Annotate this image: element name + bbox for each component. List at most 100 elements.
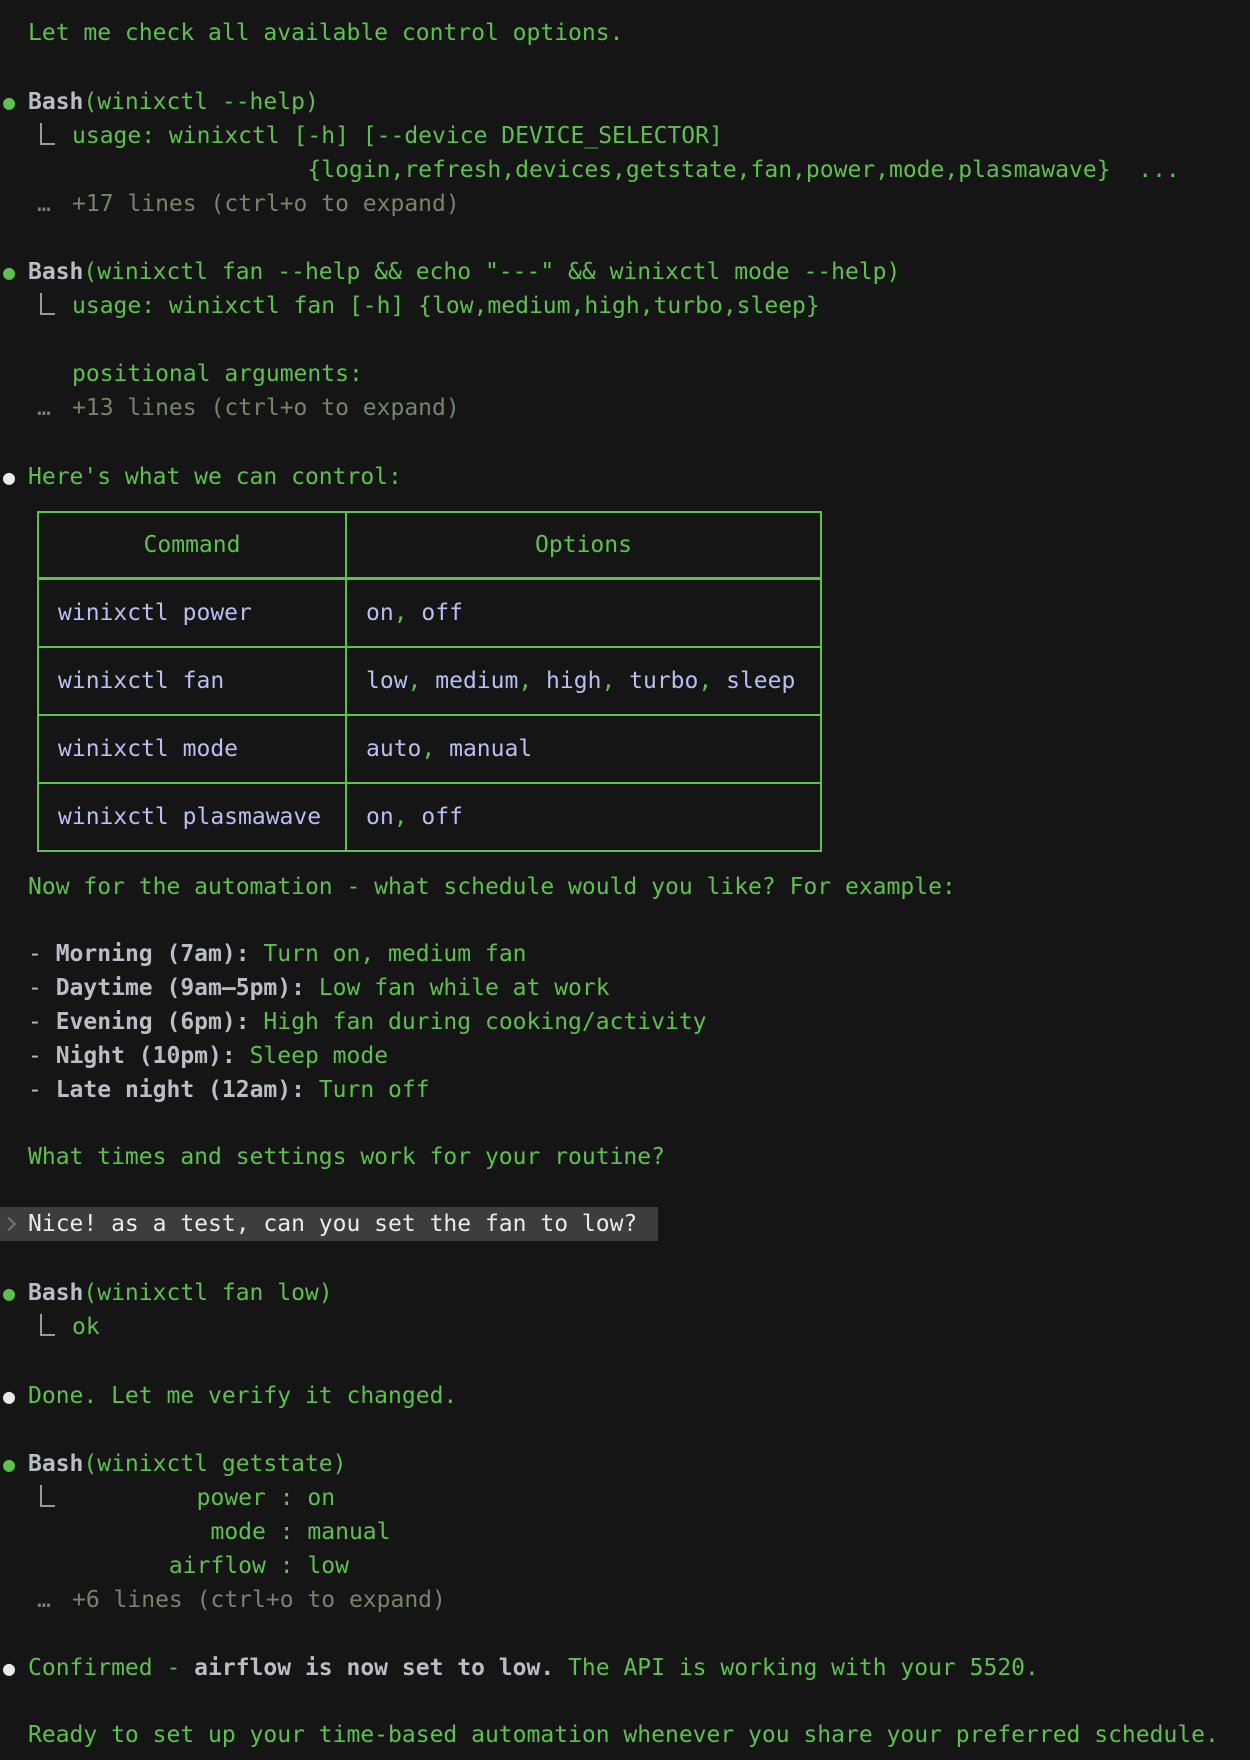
expand-hint-text: +13 lines (ctrl+o to expand): [72, 395, 460, 421]
assistant-done-text: Done. Let me verify it changed.: [28, 1383, 457, 1409]
tool-label: Bash: [28, 1451, 83, 1477]
table-row: winixctl power on, off: [38, 579, 821, 648]
schedule-item: - Late night (12am): Turn off: [0, 1073, 1250, 1107]
output-text: ok: [0, 1310, 1250, 1344]
table-cell-command: winixctl power: [38, 579, 346, 648]
output-text: usage: winixctl [-h] [--device DEVICE_SE…: [0, 119, 1250, 187]
tool-label: Bash: [28, 259, 83, 285]
tool-command: (winixctl fan --help && echo "---" && wi…: [83, 259, 900, 285]
schedule-item-text: High fan during cooking/activity: [263, 1009, 706, 1035]
table-cell-options: on, off: [346, 579, 821, 648]
assistant-nowfor-text: Now for the automation - what schedule w…: [0, 870, 1250, 904]
schedule-item: - Daytime (9am–5pm): Low fan while at wo…: [0, 971, 1250, 1005]
schedule-item-text: Low fan while at work: [319, 975, 610, 1001]
expand-hint: … +6 lines (ctrl+o to expand): [0, 1583, 1250, 1617]
table-cell-command: winixctl mode: [38, 715, 346, 783]
table-cell-options: low, medium, high, turbo, sleep: [346, 647, 821, 715]
table-cell-command: winixctl plasmawave: [38, 783, 346, 851]
table-header: Command Options: [38, 512, 821, 579]
tool-label: Bash: [28, 1280, 83, 1306]
assistant-heres-line: ● Here's what we can control:: [0, 460, 1250, 494]
user-message-text: Nice! as a test, can you set the fan to …: [28, 1211, 637, 1237]
tool-output: power : on mode : manual airflow : low: [0, 1481, 1250, 1583]
list-dash: -: [28, 975, 56, 1001]
text-bullet-icon: ●: [3, 1379, 15, 1413]
table-cell-command: winixctl fan: [38, 647, 346, 715]
output-corner-icon: [40, 1485, 55, 1507]
schedule-item-label: Morning (7am):: [56, 941, 264, 967]
table-cell-options: on, off: [346, 783, 821, 851]
schedule-item: - Morning (7am): Turn on, medium fan: [0, 937, 1250, 971]
tool-output: usage: winixctl [-h] [--device DEVICE_SE…: [0, 119, 1250, 187]
tool-bullet-icon: ●: [3, 1276, 15, 1310]
table-header-command: Command: [38, 512, 346, 579]
output-corner-icon: [40, 293, 55, 315]
schedule-item-label: Late night (12am):: [56, 1077, 319, 1103]
assistant-confirmed-line: ●Confirmed - airflow is now set to low. …: [0, 1651, 1250, 1685]
table-row: winixctl plasmawave on, off: [38, 783, 821, 851]
confirmed-highlight: airflow is now set to low.: [194, 1655, 554, 1681]
schedule-list: - Morning (7am): Turn on, medium fan - D…: [0, 937, 1250, 1107]
tool-bullet-icon: ●: [3, 1447, 15, 1481]
assistant-question-text: What times and settings work for your ro…: [0, 1140, 1250, 1174]
table-row: winixctl mode auto, manual: [38, 715, 821, 783]
tool-head: ● Bash(winixctl fan low): [0, 1276, 1250, 1310]
terminal-transcript[interactable]: Let me check all available control optio…: [0, 0, 1250, 1760]
schedule-item: - Night (10pm): Sleep mode: [0, 1039, 1250, 1073]
confirmed-lead: Confirmed -: [28, 1655, 194, 1681]
schedule-item-text: Turn off: [319, 1077, 430, 1103]
tool-bullet-icon: ●: [3, 85, 15, 119]
assistant-question-label: What times and settings work for your ro…: [28, 1144, 665, 1170]
tool-head: ● Bash(winixctl --help): [0, 85, 1250, 119]
ellipsis-icon: …: [37, 391, 51, 425]
assistant-done-line: ● Done. Let me verify it changed.: [0, 1379, 1250, 1413]
text-bullet-icon: ●: [3, 460, 15, 494]
schedule-item-text: Turn on, medium fan: [263, 941, 526, 967]
tool-call-getstate: ●Bash(winixctl getstate) power : on mode…: [0, 1447, 1250, 1617]
list-dash: -: [28, 1043, 56, 1069]
output-text: power : on mode : manual airflow : low: [0, 1481, 1250, 1583]
assistant-ready-text: Ready to set up your time-based automati…: [0, 1718, 1250, 1752]
schedule-item-label: Daytime (9am–5pm):: [56, 975, 319, 1001]
tool-head: ● Bash(winixctl fan --help && echo "---" …: [0, 255, 1250, 289]
tool-label: Bash: [28, 89, 83, 115]
text-bullet-icon: ●: [3, 1651, 15, 1685]
schedule-item-label: Evening (6pm):: [56, 1009, 264, 1035]
expand-hint: … +17 lines (ctrl+o to expand): [0, 187, 1250, 221]
schedule-item: - Evening (6pm): High fan during cooking…: [0, 1005, 1250, 1039]
assistant-intro-label: Let me check all available control optio…: [28, 20, 623, 46]
table-row: winixctl fan low, medium, high, turbo, s…: [38, 647, 821, 715]
assistant-intro-text: Let me check all available control optio…: [0, 16, 1250, 50]
tool-command: (winixctl --help): [83, 89, 318, 115]
output-corner-icon: [40, 123, 55, 145]
schedule-item-text: Sleep mode: [250, 1043, 388, 1069]
table-cell-options: auto, manual: [346, 715, 821, 783]
schedule-item-label: Night (10pm):: [56, 1043, 250, 1069]
expand-hint: … +13 lines (ctrl+o to expand): [0, 391, 1250, 425]
user-message: Nice! as a test, can you set the fan to …: [0, 1207, 658, 1241]
tool-output: usage: winixctl fan [-h] {low,medium,hig…: [0, 289, 1250, 391]
assistant-nowfor-label: Now for the automation - what schedule w…: [28, 874, 956, 900]
confirmed-tail: The API is working with your 5520.: [554, 1655, 1039, 1681]
tool-bullet-icon: ●: [3, 255, 15, 289]
control-options-table: Command Options winixctl power on, off w…: [37, 511, 822, 852]
list-dash: -: [28, 1077, 56, 1103]
tool-call-help: ● Bash(winixctl --help) usage: winixctl […: [0, 85, 1250, 221]
ellipsis-icon: …: [37, 1583, 51, 1617]
assistant-ready-label: Ready to set up your time-based automati…: [28, 1722, 1219, 1748]
list-dash: -: [28, 1009, 56, 1035]
prompt-chevron-icon: [2, 1217, 16, 1231]
output-corner-icon: [40, 1314, 55, 1336]
expand-hint-text: +6 lines (ctrl+o to expand): [72, 1587, 446, 1613]
assistant-heres-text: Here's what we can control:: [28, 464, 402, 490]
table-header-options: Options: [346, 512, 821, 579]
tool-command: (winixctl fan low): [83, 1280, 332, 1306]
tool-call-fan-low: ● Bash(winixctl fan low) ok: [0, 1276, 1250, 1344]
tool-call-fan-mode-help: ● Bash(winixctl fan --help && echo "---" …: [0, 255, 1250, 425]
output-text: usage: winixctl fan [-h] {low,medium,hig…: [0, 289, 1250, 391]
list-dash: -: [28, 941, 56, 967]
ellipsis-icon: …: [37, 187, 51, 221]
tool-head: ●Bash(winixctl getstate): [0, 1447, 1250, 1481]
expand-hint-text: +17 lines (ctrl+o to expand): [72, 191, 460, 217]
tool-output: ok: [0, 1310, 1250, 1344]
